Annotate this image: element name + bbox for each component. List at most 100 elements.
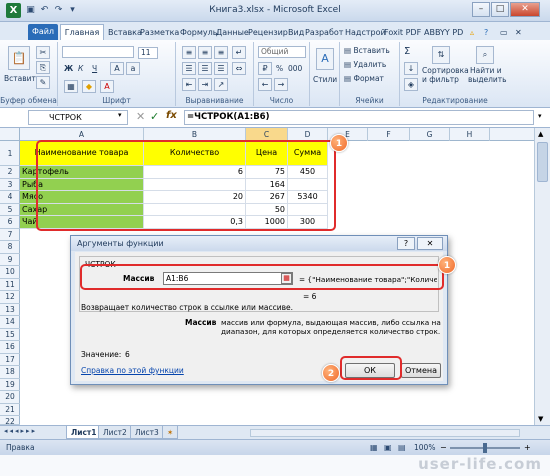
- row-header[interactable]: 14: [0, 316, 20, 329]
- row-header[interactable]: 22: [0, 416, 20, 426]
- scroll-thumb[interactable]: [537, 142, 548, 182]
- delete-cells-button[interactable]: ▤ Удалить: [344, 60, 386, 69]
- tab-data[interactable]: Данные: [216, 25, 249, 40]
- font-color-icon[interactable]: A: [100, 80, 114, 93]
- scroll-up-icon[interactable]: ▲: [538, 130, 543, 138]
- row-header[interactable]: 15: [0, 329, 20, 341]
- styles-icon[interactable]: A: [316, 48, 334, 70]
- align-top-icon[interactable]: ≡: [182, 46, 196, 59]
- cancel-formula-icon[interactable]: ✕: [136, 110, 145, 123]
- maximize-button[interactable]: □: [491, 2, 509, 17]
- tab-page-layout[interactable]: Разметка: [140, 25, 179, 40]
- close-button[interactable]: ✕: [510, 2, 540, 17]
- italic-button[interactable]: К: [78, 64, 83, 73]
- row-header[interactable]: 6: [0, 216, 20, 229]
- sheet-tab-1[interactable]: Лист1: [66, 426, 102, 439]
- zoom-in-icon[interactable]: +: [524, 443, 531, 452]
- copy-icon[interactable]: ⎘: [36, 61, 50, 74]
- align-right-icon[interactable]: ☰: [214, 62, 228, 75]
- restore-icon[interactable]: ▭: [500, 25, 508, 40]
- row-header[interactable]: 16: [0, 341, 20, 354]
- row-header[interactable]: 3: [0, 179, 20, 191]
- styles-button-label[interactable]: Стили: [313, 75, 337, 84]
- font-name-select[interactable]: [62, 46, 134, 58]
- vertical-scrollbar[interactable]: ▲ ▼: [534, 128, 550, 425]
- sheet-tab-3[interactable]: Лист3: [130, 426, 164, 439]
- normal-view-icon[interactable]: ▦: [370, 443, 378, 452]
- row-header[interactable]: 11: [0, 279, 20, 291]
- row-header[interactable]: 18: [0, 366, 20, 379]
- minimize-ribbon-icon[interactable]: ▵: [470, 25, 474, 40]
- name-box[interactable]: ЧСТРОК: [28, 110, 128, 125]
- row-header[interactable]: 4: [0, 191, 20, 204]
- wrap-text-icon[interactable]: ↵: [232, 46, 246, 59]
- close-workbook-icon[interactable]: ✕: [515, 25, 522, 40]
- decrease-font-icon[interactable]: a: [126, 62, 140, 75]
- insert-function-icon[interactable]: fx: [166, 110, 177, 121]
- orientation-icon[interactable]: ↗: [214, 78, 228, 91]
- font-size-select[interactable]: 11: [138, 47, 158, 59]
- currency-icon[interactable]: ₽: [258, 62, 272, 75]
- row-header[interactable]: 12: [0, 291, 20, 304]
- clear-icon[interactable]: ◈: [404, 78, 418, 91]
- zoom-level[interactable]: 100%: [414, 443, 435, 452]
- thousands-button[interactable]: 000: [288, 64, 302, 73]
- align-left-icon[interactable]: ☰: [182, 62, 196, 75]
- sort-filter-icon[interactable]: ⇅: [432, 46, 450, 64]
- row-header[interactable]: 7: [0, 229, 20, 241]
- paste-icon[interactable]: 📋: [8, 46, 30, 70]
- row-header[interactable]: 9: [0, 254, 20, 266]
- row-header[interactable]: 21: [0, 404, 20, 416]
- enter-formula-icon[interactable]: ✓: [150, 110, 159, 123]
- row-header[interactable]: 2: [0, 166, 20, 179]
- number-format-select[interactable]: Общий: [258, 46, 306, 58]
- row-header[interactable]: 13: [0, 304, 20, 316]
- cancel-button[interactable]: Отмена: [401, 363, 441, 378]
- insert-cells-button[interactable]: ▤ Вставить: [344, 46, 390, 55]
- align-center-icon[interactable]: ☰: [198, 62, 212, 75]
- merge-cells-icon[interactable]: ⇔: [232, 62, 246, 75]
- fill-icon[interactable]: ↓: [404, 62, 418, 75]
- row-header[interactable]: 20: [0, 391, 20, 404]
- increase-decimal-icon[interactable]: ←: [258, 78, 272, 91]
- name-box-dropdown-icon[interactable]: ▾: [118, 111, 122, 119]
- cut-icon[interactable]: ✂: [36, 46, 50, 59]
- tab-foxit-pdf[interactable]: Foxit PDF: [384, 25, 421, 40]
- scroll-down-icon[interactable]: ▼: [538, 415, 543, 423]
- increase-font-icon[interactable]: A: [110, 62, 124, 75]
- find-select-label[interactable]: Найти и: [470, 66, 502, 75]
- align-bottom-icon[interactable]: ≡: [214, 46, 228, 59]
- help-link[interactable]: Справка по этой функции: [81, 366, 184, 375]
- row-header[interactable]: 1: [0, 141, 20, 166]
- zoom-out-icon[interactable]: −: [440, 443, 447, 452]
- tab-insert[interactable]: Вставка: [108, 25, 142, 40]
- borders-icon[interactable]: ▦: [64, 80, 78, 93]
- page-break-view-icon[interactable]: ▤: [398, 443, 406, 452]
- fill-color-icon[interactable]: ◆: [82, 80, 96, 93]
- underline-button[interactable]: Ч: [92, 64, 97, 73]
- paste-button-label[interactable]: Вставить: [4, 74, 40, 83]
- format-cells-button[interactable]: ▤ Формат: [344, 74, 384, 83]
- page-layout-view-icon[interactable]: ▣: [384, 443, 392, 452]
- row-header[interactable]: 10: [0, 266, 20, 279]
- tab-file[interactable]: Файл: [28, 24, 58, 40]
- align-middle-icon[interactable]: ≡: [198, 46, 212, 59]
- column-header[interactable]: G: [410, 128, 450, 141]
- help-icon[interactable]: ?: [484, 25, 488, 40]
- tab-abbyy-pdf[interactable]: ABBYY PD: [424, 25, 463, 40]
- tab-formulas[interactable]: Формулы: [180, 25, 219, 40]
- sheet-nav-icon[interactable]: ◂◂◂▸▸▸: [4, 427, 37, 435]
- row-header[interactable]: 5: [0, 204, 20, 216]
- minimize-button[interactable]: –: [472, 2, 490, 17]
- decrease-decimal-icon[interactable]: →: [274, 78, 288, 91]
- horizontal-scrollbar[interactable]: [250, 429, 520, 437]
- bold-button[interactable]: Ж: [64, 64, 73, 73]
- tab-review[interactable]: Рецензир: [248, 25, 288, 40]
- zoom-slider-thumb[interactable]: [483, 443, 487, 453]
- expand-formula-icon[interactable]: ▾: [538, 112, 542, 120]
- find-select-icon[interactable]: ⌕: [476, 46, 494, 64]
- row-header[interactable]: 17: [0, 354, 20, 366]
- row-header[interactable]: 19: [0, 379, 20, 391]
- autosum-button[interactable]: Σ: [404, 46, 410, 57]
- dialog-close-button[interactable]: ✕: [417, 237, 443, 250]
